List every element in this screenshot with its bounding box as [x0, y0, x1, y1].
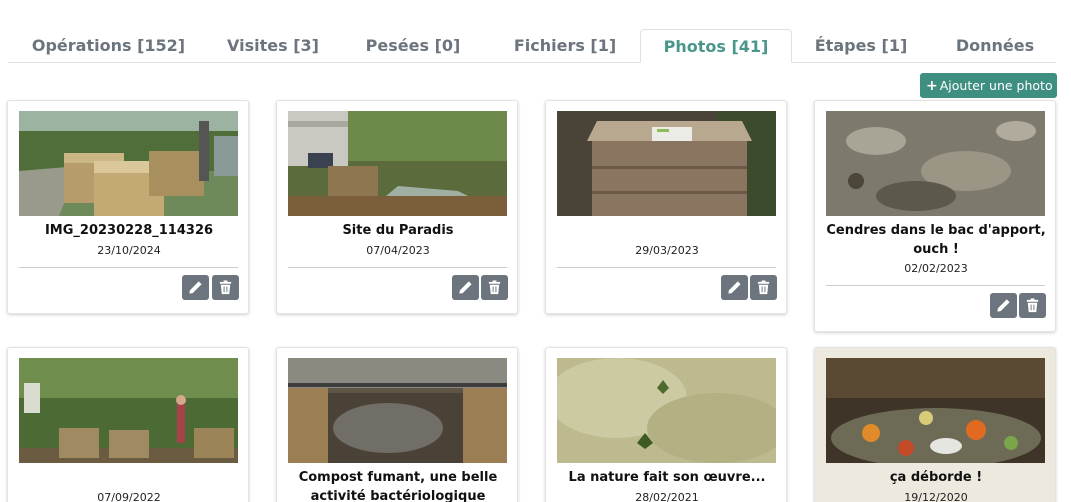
divider	[826, 285, 1045, 286]
photo-thumbnail[interactable]	[826, 111, 1045, 216]
photo-card: La nature fait son œuvre... 28/02/2021	[545, 347, 787, 502]
tab-pesees[interactable]: Pesées [0]	[356, 29, 470, 63]
trash-icon	[1026, 298, 1039, 313]
photo-card: Site du Paradis 07/04/2023	[276, 100, 518, 314]
photo-card: IMG_20230228_114326 23/10/2024	[7, 100, 249, 314]
photo-thumbnail[interactable]	[557, 111, 776, 216]
photo-caption: Compost fumant, une belle activité bacté…	[298, 470, 498, 502]
photo-caption: IMG_20230228_114326	[44, 223, 214, 238]
photo-date: 07/04/2023	[366, 244, 430, 257]
photo-thumbnail[interactable]	[288, 358, 507, 463]
edit-photo-button[interactable]	[452, 275, 479, 300]
trash-icon	[219, 280, 232, 295]
tab-fichiers[interactable]: Fichiers [1]	[500, 29, 630, 63]
photo-thumbnail[interactable]	[19, 358, 238, 463]
pencil-icon	[728, 281, 741, 294]
edit-photo-button[interactable]	[182, 275, 209, 300]
photo-caption: Cendres dans le bac d'apport, ouch !	[826, 223, 1046, 257]
trash-icon	[757, 280, 770, 295]
tab-photos[interactable]: Photos [41]	[640, 29, 792, 63]
photo-thumbnail[interactable]	[288, 111, 507, 216]
pencil-icon	[997, 299, 1010, 312]
tab-bar: Opérations [152] Visites [3] Pesées [0] …	[8, 29, 1056, 63]
photo-date: 19/12/2020	[904, 491, 968, 502]
trash-icon	[488, 280, 501, 295]
delete-photo-button[interactable]	[1019, 293, 1046, 318]
edit-photo-button[interactable]	[990, 293, 1017, 318]
tab-operations[interactable]: Opérations [152]	[16, 29, 201, 63]
photo-date: 02/02/2023	[904, 262, 968, 275]
add-photo-button[interactable]: + Ajouter une photo	[920, 73, 1057, 98]
delete-photo-button[interactable]	[481, 275, 508, 300]
add-photo-label: Ajouter une photo	[939, 78, 1053, 93]
delete-photo-button[interactable]	[750, 275, 777, 300]
photo-card: Compost fumant, une belle activité bacté…	[276, 347, 518, 502]
photo-card: ça déborde ! 19/12/2020	[814, 347, 1056, 502]
photo-card: Cendres dans le bac d'apport, ouch ! 02/…	[814, 100, 1056, 332]
photo-thumbnail[interactable]	[557, 358, 776, 463]
photo-caption: La nature fait son œuvre...	[568, 470, 766, 485]
edit-photo-button[interactable]	[721, 275, 748, 300]
tab-visites[interactable]: Visites [3]	[215, 29, 331, 63]
photo-date: 29/03/2023	[635, 244, 699, 257]
plus-icon: +	[926, 78, 938, 94]
tab-etapes[interactable]: Étapes [1]	[801, 29, 921, 63]
pencil-icon	[459, 281, 472, 294]
photo-date: 07/09/2022	[97, 491, 161, 502]
photo-thumbnail[interactable]	[19, 111, 238, 216]
photo-thumbnail[interactable]	[826, 358, 1045, 463]
photo-card: 29/03/2023	[545, 100, 787, 314]
photo-date: 28/02/2021	[635, 491, 699, 502]
photo-card: 07/09/2022	[7, 347, 249, 502]
divider	[557, 267, 776, 268]
photo-date: 23/10/2024	[97, 244, 161, 257]
photo-caption: Site du Paradis	[342, 223, 454, 238]
photo-caption: ça déborde !	[889, 470, 983, 485]
divider	[288, 267, 507, 268]
delete-photo-button[interactable]	[212, 275, 239, 300]
tab-donnees[interactable]: Données	[938, 29, 1052, 63]
pencil-icon	[189, 281, 202, 294]
divider	[19, 267, 238, 268]
